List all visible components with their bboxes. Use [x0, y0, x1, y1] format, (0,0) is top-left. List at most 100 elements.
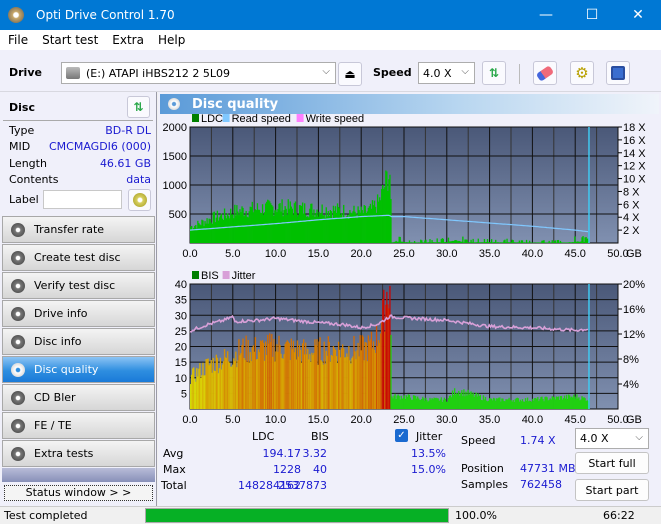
nav-spacer: [2, 468, 155, 482]
disc-label-input[interactable]: [43, 190, 122, 209]
transfer-rate-icon: [11, 222, 25, 237]
close-button[interactable]: ✕: [615, 0, 661, 30]
gears-icon: ⚙: [575, 64, 589, 82]
drive-info-icon: [11, 306, 25, 321]
y-right-tick-label: 14 X: [623, 148, 646, 160]
x-axis-unit: GB: [626, 414, 642, 426]
x-tick-label: 25.0: [393, 248, 414, 260]
checkmark-icon: ✓: [397, 430, 406, 441]
save-icon: [611, 66, 625, 80]
x-tick-label: 25.0: [393, 414, 414, 426]
disc-mid-value: CMCMAGDI6 (000): [49, 140, 151, 153]
nav-label: FE / TE: [34, 419, 72, 432]
status-text: Test completed: [4, 509, 88, 522]
menu-file[interactable]: File: [8, 33, 28, 47]
start-part-button[interactable]: Start part: [575, 479, 649, 501]
legend-swatch-bis: [192, 271, 199, 279]
refresh-button[interactable]: ⇅: [482, 61, 506, 85]
stats-avg-bis: 3.32: [302, 447, 328, 460]
toolbar-separator: [519, 64, 520, 84]
x-tick-label: 10.0: [265, 414, 286, 426]
test-speed-value: 4.0 X: [580, 432, 609, 445]
nav-label: Create test disc: [34, 251, 121, 264]
x-tick-label: 40.0: [522, 414, 543, 426]
stats-bis-header: BIS: [311, 430, 329, 443]
nav-fe-te[interactable]: FE / TE: [2, 412, 155, 439]
extra-tests-icon: [11, 446, 25, 461]
x-axis-unit: GB: [626, 248, 642, 260]
nav-cd-bler[interactable]: CD Bler: [2, 384, 155, 411]
nav-create-test-disc[interactable]: Create test disc: [2, 244, 155, 271]
window-title: Opti Drive Control 1.70: [36, 8, 175, 22]
y-right-tick-label: 8 X: [623, 186, 640, 198]
x-tick-label: 35.0: [479, 248, 500, 260]
title-bar: Opti Drive Control 1.70 — ☐ ✕: [0, 0, 661, 30]
legend-swatch-jitter: [222, 271, 230, 279]
disc-contents-key: Contents: [9, 173, 59, 186]
menu-extra[interactable]: Extra: [112, 33, 144, 47]
nav-drive-info[interactable]: Drive info: [2, 300, 155, 327]
chevron-down-icon: ⌵: [322, 66, 330, 77]
disc-length-value: 46.61 GB: [99, 157, 151, 170]
nav-verify-test-disc[interactable]: Verify test disc: [2, 272, 155, 299]
menu-start-test[interactable]: Start test: [42, 33, 98, 47]
settings-button[interactable]: ⚙: [570, 61, 594, 85]
progress-text: 100.0%: [455, 509, 497, 522]
y-right-tick-label: 4%: [623, 379, 639, 391]
nav-extra-tests[interactable]: Extra tests: [2, 440, 155, 467]
jitter-checkbox[interactable]: ✓: [395, 429, 408, 442]
jitter-avg: 13.5%: [411, 447, 446, 460]
x-tick-label: 0.0: [182, 248, 197, 260]
save-button[interactable]: [606, 61, 630, 85]
y-left-tick-label: 1000: [163, 180, 187, 192]
legend-swatch-read-speed: [222, 114, 230, 122]
nav-transfer-rate[interactable]: Transfer rate: [2, 216, 155, 243]
maximize-button[interactable]: ☐: [569, 0, 615, 30]
x-tick-label: 15.0: [308, 414, 329, 426]
x-tick-label: 45.0: [564, 248, 585, 260]
speed-value: 4.0 X: [423, 66, 452, 80]
nav-label: Transfer rate: [34, 223, 105, 236]
elapsed-time: 66:22: [603, 509, 635, 522]
speed-label: Speed: [373, 66, 412, 79]
erase-button[interactable]: [533, 61, 557, 85]
test-speed-select[interactable]: 4.0 X ⌵: [575, 428, 649, 449]
speed-select[interactable]: 4.0 X ⌵: [418, 62, 475, 84]
nav-disc-quality[interactable]: Disc quality: [2, 356, 155, 383]
samples-value: 762458: [520, 478, 562, 491]
eject-button[interactable]: ⏏: [338, 62, 362, 86]
disc-refresh-button[interactable]: ⇅: [127, 96, 150, 118]
disc-contents-value: data: [126, 173, 151, 186]
samples-label: Samples: [461, 478, 508, 491]
nav-label: Disc quality: [34, 363, 99, 376]
x-tick-label: 0.0: [182, 414, 197, 426]
menu-help[interactable]: Help: [158, 33, 185, 47]
minimize-icon: —: [539, 7, 553, 23]
status-window-button[interactable]: Status window > >: [4, 485, 153, 501]
disc-length-key: Length: [9, 157, 47, 170]
y-right-tick-label: 2 X: [623, 225, 640, 237]
eject-icon: ⏏: [344, 67, 356, 81]
menu-bar: File Start test Extra Help: [0, 30, 661, 50]
y-left-tick-label: 40: [175, 279, 187, 291]
maximize-icon: ☐: [585, 7, 599, 23]
x-tick-label: 5.0: [225, 414, 240, 426]
drive-select[interactable]: (E:) ATAPI iHBS212 2 5L09 ⌵: [61, 62, 336, 84]
start-full-button[interactable]: Start full: [575, 452, 649, 474]
charts-area: 0.0 5.0 10.0 15.0 20.0 25.0 30.0 35.0 40.0 45.0 50…: [163, 114, 646, 426]
speed-label: Speed: [461, 434, 496, 447]
ldc-bar: [390, 198, 392, 243]
drive-icon: [66, 67, 80, 79]
position-label: Position: [461, 462, 504, 475]
cd-bler-icon: [11, 390, 25, 405]
disc-label-button[interactable]: [128, 189, 151, 211]
stats-avg-label: Avg: [163, 447, 184, 460]
disc-header: Disc ⇅: [3, 95, 153, 121]
stats-total-label: Total: [161, 479, 187, 492]
x-tick-label: 10.0: [265, 248, 286, 260]
nav-disc-info[interactable]: Disc info: [2, 328, 155, 355]
close-icon: ✕: [632, 7, 644, 23]
y-left-tick-label: 1500: [163, 151, 187, 163]
minimize-button[interactable]: —: [523, 0, 569, 30]
legend-swatch-ldc: [192, 114, 199, 122]
